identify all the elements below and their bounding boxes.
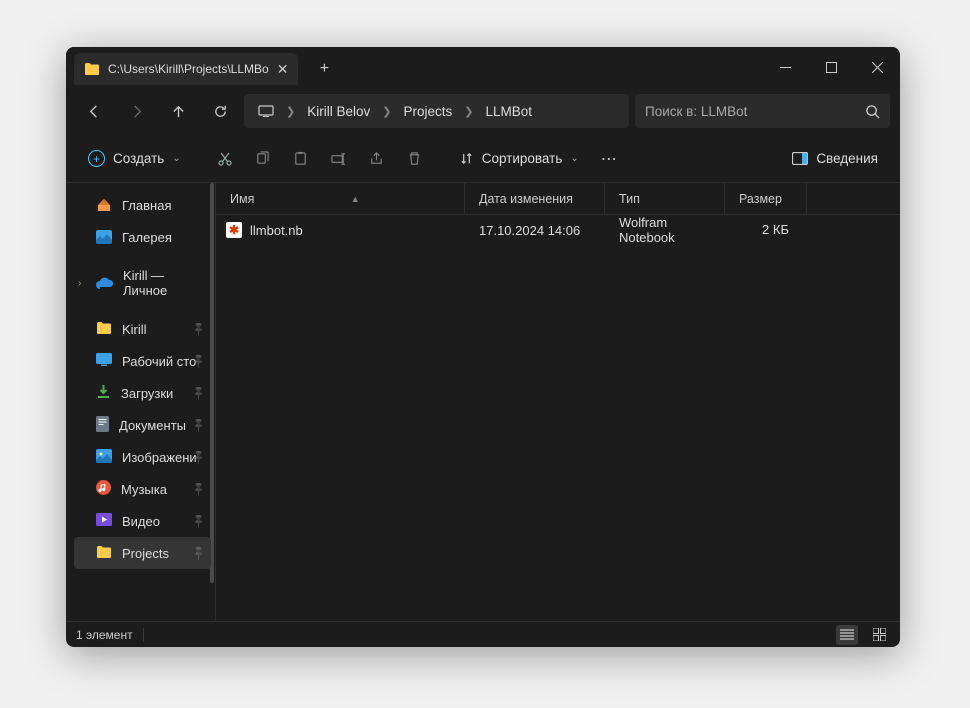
- sort-button[interactable]: Сортировать ⌄: [449, 142, 589, 176]
- search-icon: [865, 104, 880, 119]
- close-window-button[interactable]: [854, 47, 900, 87]
- create-button[interactable]: + Создать ⌄: [78, 142, 191, 176]
- file-size: 2 КБ: [762, 222, 789, 237]
- column-type[interactable]: Тип: [605, 183, 725, 214]
- share-button[interactable]: [359, 142, 395, 176]
- refresh-button[interactable]: [202, 93, 238, 129]
- sidebar-item-label: Музыка: [121, 482, 167, 497]
- nav-row: ❯ Kirill Belov ❯ Projects ❯ LLMBot: [66, 87, 900, 135]
- breadcrumb-seg-0[interactable]: Kirill Belov: [299, 100, 378, 123]
- tab-title: C:\Users\Kirill\Projects\LLMBo: [108, 62, 269, 76]
- sidebar-quick-1[interactable]: Рабочий сто: [74, 345, 211, 377]
- copy-button[interactable]: [245, 142, 281, 176]
- sidebar-item-label: Изображени: [122, 450, 197, 465]
- delete-button[interactable]: [397, 142, 433, 176]
- minimize-button[interactable]: [762, 47, 808, 87]
- sidebar-quick-0[interactable]: Kirill: [74, 313, 211, 345]
- sidebar-item-label: Projects: [122, 546, 169, 561]
- sidebar-item-label: Загрузки: [121, 386, 173, 401]
- download-icon: [96, 384, 111, 402]
- sidebar-onedrive[interactable]: › Kirill — Личное: [74, 267, 211, 299]
- cloud-icon: [96, 277, 113, 289]
- desktop-icon: [96, 353, 112, 369]
- chevron-right-icon: ❯: [464, 105, 473, 118]
- status-count: 1 элемент: [76, 628, 133, 642]
- sidebar-quick-3[interactable]: Документы: [74, 409, 211, 441]
- gallery-icon: [96, 230, 112, 244]
- chevron-right-icon: ›: [78, 278, 81, 289]
- music-icon: [96, 480, 111, 498]
- details-view-button[interactable]: [836, 625, 858, 645]
- doc-icon: [96, 416, 109, 435]
- sidebar: Главная Галерея › Kirill — Личное Kirill…: [66, 183, 216, 621]
- sidebar-gallery[interactable]: Галерея: [74, 221, 211, 253]
- image-icon: [96, 449, 112, 466]
- folder-icon: [96, 545, 112, 562]
- details-pane-icon: [792, 152, 808, 165]
- breadcrumb-root[interactable]: [250, 101, 282, 121]
- home-icon: [96, 197, 112, 213]
- file-type: Wolfram Notebook: [619, 215, 711, 245]
- forward-button[interactable]: [118, 93, 154, 129]
- more-button[interactable]: ⋯: [591, 142, 627, 176]
- breadcrumb-seg-1[interactable]: Projects: [395, 100, 460, 123]
- monitor-icon: [258, 105, 274, 117]
- sidebar-quick-5[interactable]: Музыка: [74, 473, 211, 505]
- close-tab-icon[interactable]: ✕: [277, 61, 289, 78]
- chevron-right-icon: ❯: [382, 105, 391, 118]
- search-input[interactable]: [645, 104, 857, 119]
- sidebar-quick-2[interactable]: Загрузки: [74, 377, 211, 409]
- sort-icon: [459, 151, 474, 166]
- plus-circle-icon: +: [88, 150, 105, 167]
- sidebar-quick-6[interactable]: Видео: [74, 505, 211, 537]
- search-box[interactable]: [635, 94, 890, 128]
- sidebar-quick-7[interactable]: Projects: [74, 537, 211, 569]
- chevron-down-icon: ⌄: [172, 153, 180, 164]
- paste-button[interactable]: [283, 142, 319, 176]
- toolbar: + Создать ⌄ Сортировать ⌄ ⋯ Сведения: [66, 135, 900, 183]
- rename-button[interactable]: [321, 142, 357, 176]
- sidebar-home[interactable]: Главная: [74, 189, 211, 221]
- video-icon: [96, 513, 112, 529]
- new-tab-button[interactable]: +: [308, 53, 340, 85]
- sort-asc-icon: ▲: [351, 194, 360, 204]
- status-bar: 1 элемент: [66, 621, 900, 647]
- back-button[interactable]: [76, 93, 112, 129]
- file-date: 17.10.2024 14:06: [479, 223, 580, 238]
- titlebar: C:\Users\Kirill\Projects\LLMBo ✕ +: [66, 47, 900, 87]
- sidebar-item-label: Документы: [119, 418, 186, 433]
- chevron-down-icon: ⌄: [570, 153, 578, 164]
- maximize-button[interactable]: [808, 47, 854, 87]
- chevron-right-icon: ❯: [286, 105, 295, 118]
- column-headers: Имя▲ Дата изменения Тип Размер: [216, 183, 900, 215]
- column-name[interactable]: Имя▲: [216, 183, 465, 214]
- sidebar-quick-4[interactable]: Изображени: [74, 441, 211, 473]
- column-size[interactable]: Размер: [725, 183, 807, 214]
- wolfram-file-icon: ✱: [226, 222, 242, 238]
- details-pane-button[interactable]: Сведения: [782, 142, 888, 176]
- folder-icon: [84, 62, 100, 76]
- file-pane: Имя▲ Дата изменения Тип Размер ✱ llmbot.n…: [216, 183, 900, 621]
- thumbnail-view-button[interactable]: [868, 625, 890, 645]
- cut-button[interactable]: [207, 142, 243, 176]
- column-date[interactable]: Дата изменения: [465, 183, 605, 214]
- file-row[interactable]: ✱ llmbot.nb 17.10.2024 14:06 Wolfram Note…: [216, 215, 900, 245]
- sidebar-item-label: Рабочий сто: [122, 354, 196, 369]
- breadcrumb[interactable]: ❯ Kirill Belov ❯ Projects ❯ LLMBot: [244, 94, 629, 128]
- explorer-window: C:\Users\Kirill\Projects\LLMBo ✕ + ❯ Kir…: [66, 47, 900, 647]
- sidebar-item-label: Kirill: [122, 322, 147, 337]
- tab-current[interactable]: C:\Users\Kirill\Projects\LLMBo ✕: [74, 53, 298, 85]
- up-button[interactable]: [160, 93, 196, 129]
- breadcrumb-seg-2[interactable]: LLMBot: [477, 100, 540, 123]
- folder-icon: [96, 321, 112, 338]
- sidebar-item-label: Видео: [122, 514, 160, 529]
- file-name: llmbot.nb: [250, 223, 303, 238]
